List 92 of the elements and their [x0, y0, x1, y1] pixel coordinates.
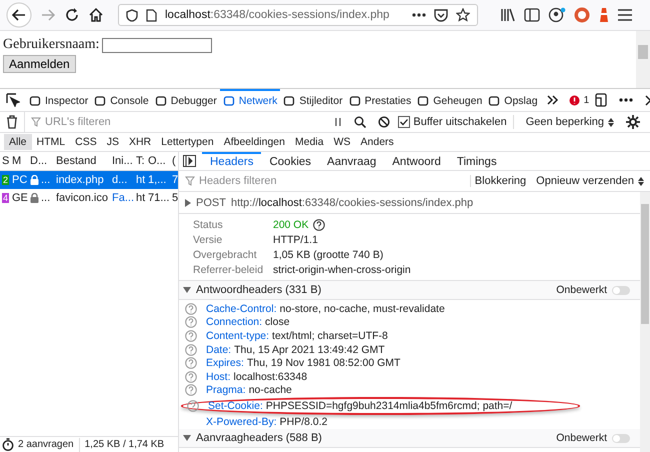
status-badge: 4	[2, 193, 10, 203]
login-button[interactable]: Aanmelden	[3, 55, 76, 73]
type-filter-button[interactable]: CSS	[70, 134, 102, 150]
header-name: Date:	[206, 344, 232, 356]
devtools-tab[interactable]: Opslag	[485, 89, 541, 111]
column-header[interactable]: O...	[146, 155, 170, 167]
header-value: close	[265, 316, 290, 328]
type-filter-button[interactable]: Afbeeldingen	[218, 134, 290, 150]
header-value: Thu, 15 Apr 2021 13:49:42 GMT	[234, 344, 385, 356]
header-name: X-Powered-By:	[206, 416, 277, 428]
summary-value: 1,05 KB (grootte 740 B)	[273, 248, 384, 260]
column-header[interactable]: Bestand	[54, 155, 110, 167]
table-cell: ...	[41, 192, 50, 204]
header-value: PHP/8.0.2	[280, 416, 328, 428]
header-value: no-cache	[248, 384, 292, 396]
raw-label: Onbewerkt	[556, 284, 607, 296]
header-value: no-store, no-cache, must-revalidate	[280, 302, 445, 315]
request-count: 2 aanvragen	[18, 439, 74, 450]
summary-label: Referrer-beleid	[193, 264, 264, 276]
table-cell-text: GE	[11, 192, 28, 204]
devtools-tab[interactable]: Prestaties	[346, 89, 414, 111]
request-url: http://localhost:63348/cookies-sessions/index.php	[230, 196, 474, 208]
error-count[interactable]: 1	[568, 94, 590, 106]
table-cell-text: index.php	[55, 174, 105, 186]
header-value: text/html; charset=UTF-8	[272, 330, 388, 342]
summary-label: Status	[193, 218, 224, 230]
header-name: Cache-Control:	[206, 302, 277, 315]
throttle-dropdown[interactable]: Geen beperking	[520, 116, 620, 128]
header-name: Host:	[206, 370, 231, 383]
summary-label: Overgebracht	[193, 248, 258, 260]
table-cell-text: PC	[11, 174, 28, 186]
devtools-tab[interactable]: Netwerk	[220, 89, 280, 111]
header-name: Set-Cookie:	[208, 400, 263, 412]
column-header[interactable]: D...	[28, 155, 54, 167]
type-filter-button[interactable]: HTML	[32, 134, 70, 150]
type-filter-button[interactable]: JS	[102, 134, 124, 150]
header-name: Content-type:	[206, 330, 270, 342]
table-cell-text: 5	[171, 192, 178, 204]
table-cell-text: 1,...	[147, 174, 168, 186]
type-filter-button[interactable]: Lettertypen	[156, 134, 219, 150]
detail-tab[interactable]: Cookies	[261, 152, 320, 170]
header-value: localhost:63348	[234, 370, 308, 383]
status-badge: 2	[2, 175, 10, 185]
detail-tab[interactable]: Antwoord	[384, 152, 449, 170]
buffer-checkbox[interactable]: Buffer uitschakelen	[398, 116, 507, 128]
summary-label: Versie	[193, 234, 224, 246]
type-filter-button[interactable]: Alle	[4, 134, 32, 150]
detail-tab[interactable]: Timings	[448, 152, 505, 170]
raw-label: Onbewerkt	[556, 432, 607, 444]
resend-dropdown[interactable]: Opnieuw verzenden	[530, 175, 650, 187]
request-method: POST	[196, 196, 226, 208]
type-filter-button[interactable]: Media	[290, 134, 329, 150]
header-name: Expires:	[206, 357, 244, 370]
column-header[interactable]: T:	[134, 155, 146, 167]
status-value: 200 OK	[273, 218, 309, 230]
section-title[interactable]: Aanvraagheaders (588 B)	[196, 432, 322, 444]
type-filter-button[interactable]: Anders	[356, 134, 399, 150]
table-cell-text: 71...	[147, 192, 170, 204]
detail-tab[interactable]: Headers	[202, 152, 262, 170]
devtools-tab[interactable]: Geheugen	[414, 89, 486, 111]
column-header[interactable]: S	[0, 155, 10, 167]
blocking-button[interactable]: Blokkering	[470, 175, 530, 187]
table-cell-text: ht	[135, 192, 146, 204]
summary-value: strict-origin-when-cross-origin	[273, 264, 411, 276]
devtools-tab[interactable]: Console	[91, 89, 152, 111]
devtools-tab[interactable]: Inspector	[26, 89, 92, 111]
type-filter-button[interactable]: WS	[328, 134, 356, 150]
column-header[interactable]: (	[170, 155, 178, 167]
table-cell: ...	[41, 174, 50, 186]
table-cell-text: ht	[135, 174, 146, 186]
detail-tab[interactable]: Aanvraag	[319, 152, 384, 170]
address-bar[interactable]: localhost:63348/cookies-sessions/index.php	[118, 4, 478, 26]
table-cell-text: d...	[111, 174, 128, 186]
column-header[interactable]: M	[10, 155, 28, 167]
section-title[interactable]: Antwoordheaders (331 B)	[196, 284, 322, 296]
summary-value: HTTP/1.1	[273, 234, 318, 246]
url-text: localhost:63348/cookies-sessions/index.php	[165, 9, 390, 21]
header-name: Pragma:	[206, 384, 246, 396]
request-row[interactable]: 2 PC ... index.php d... ht 1,... 7	[0, 171, 178, 189]
request-row[interactable]: 4 GE ... favicon.ico Fa... ht 71... 5	[0, 189, 178, 207]
header-value: PHPSESSID=hgfg9buh2314mlia4b5fm6rcmd; path=/	[266, 400, 512, 412]
column-header[interactable]: Ini...	[110, 155, 134, 167]
table-cell-text: favicon.ico	[55, 192, 109, 204]
type-filter-button[interactable]: XHR	[124, 134, 156, 150]
table-cell-text: 7	[171, 174, 178, 186]
devtools-tab[interactable]: Debugger	[152, 89, 220, 111]
devtools-tab[interactable]: Stijleditor	[280, 89, 346, 111]
table-cell-text: Fa...	[111, 192, 134, 204]
username-label: Gebruikersnaam:	[3, 37, 100, 53]
header-name: Connection:	[206, 316, 262, 328]
header-value: Thu, 19 Nov 1981 08:52:00 GMT	[246, 357, 400, 370]
transfer-summary: 1,25 KB / 1,74 KB	[84, 439, 164, 450]
